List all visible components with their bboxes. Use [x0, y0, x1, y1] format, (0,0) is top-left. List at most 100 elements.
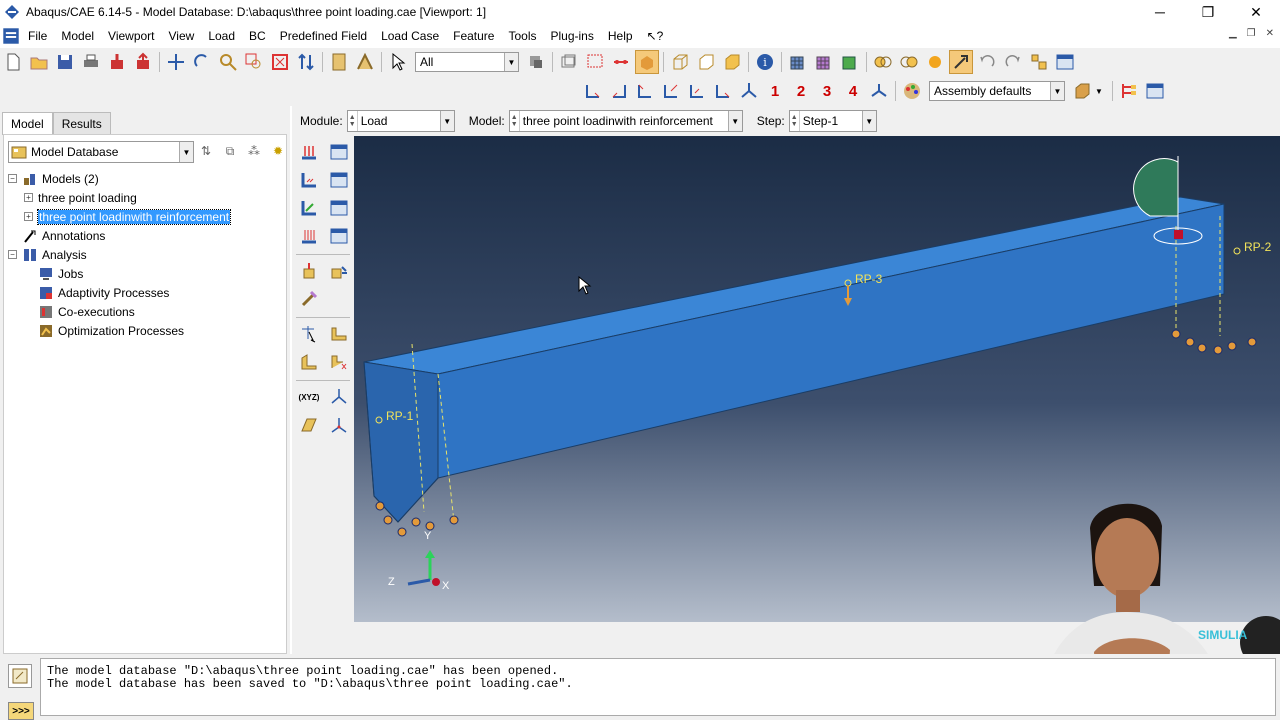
print-icon[interactable]: [79, 50, 103, 74]
sort-updown-icon[interactable]: ⇅: [198, 143, 214, 159]
zoom-icon[interactable]: [216, 50, 240, 74]
view-top-icon[interactable]: [685, 79, 709, 103]
tree-node-model[interactable]: + three point loading: [8, 188, 230, 207]
create-load-case-icon[interactable]: [297, 224, 321, 248]
module-select[interactable]: ▲ ▼ Load ▼: [346, 110, 455, 132]
create-load-icon[interactable]: [297, 140, 321, 164]
tree-node-analysis[interactable]: − Analysis: [8, 245, 230, 264]
step-select[interactable]: ▲ ▼ Step-1 ▼: [788, 110, 877, 132]
open-folder-icon[interactable]: [27, 50, 51, 74]
chevron-down-icon[interactable]: ▼: [179, 142, 193, 162]
pick-through-icon[interactable]: [557, 50, 581, 74]
partition-face-icon[interactable]: [327, 322, 351, 346]
assembly-display-icon[interactable]: [1070, 79, 1094, 103]
auto-fit-icon[interactable]: [268, 50, 292, 74]
chevron-down-icon[interactable]: ▼: [1050, 82, 1064, 100]
menu-viewport[interactable]: Viewport: [101, 29, 161, 43]
create-field-icon[interactable]: [297, 287, 321, 311]
document-menu-icon[interactable]: [2, 27, 20, 45]
collapse-toggle[interactable]: −: [8, 250, 17, 259]
mesh-grid-icon[interactable]: [786, 50, 810, 74]
tab-model[interactable]: Model: [2, 112, 53, 135]
menu-tools[interactable]: Tools: [501, 29, 543, 43]
chevron-down-icon[interactable]: ▼: [1095, 87, 1103, 96]
chevron-down-icon[interactable]: ▼: [861, 111, 876, 131]
python-command-button[interactable]: >>>: [8, 702, 34, 720]
tree-node-jobs[interactable]: Jobs: [8, 264, 230, 283]
select-region-icon[interactable]: [609, 50, 633, 74]
collapse-toggle[interactable]: −: [8, 174, 17, 183]
translate-instance-icon[interactable]: [1027, 50, 1051, 74]
load-manager-icon[interactable]: [327, 140, 351, 164]
amplitude-manager-icon[interactable]: [327, 259, 351, 283]
mdi-minimize-icon[interactable]: ▁: [1229, 28, 1237, 39]
collapse-tree-icon[interactable]: ⧉: [222, 143, 238, 159]
view-left-icon[interactable]: [633, 79, 657, 103]
create-bc-icon[interactable]: [297, 168, 321, 192]
import-icon[interactable]: [105, 50, 129, 74]
chevron-down-icon[interactable]: ▼: [439, 111, 454, 131]
bc-manager-icon[interactable]: [327, 168, 351, 192]
field-manager-icon[interactable]: [327, 196, 351, 220]
spinner-icon[interactable]: ▲ ▼: [510, 111, 520, 131]
info-icon[interactable]: i: [753, 50, 777, 74]
context-help-button[interactable]: ↖?: [640, 29, 671, 43]
box-zoom-icon[interactable]: [242, 50, 266, 74]
view-back-icon[interactable]: [607, 79, 631, 103]
database-select[interactable]: Model Database ▼: [8, 141, 194, 163]
create-predefined-field-icon[interactable]: [297, 196, 321, 220]
menu-load-case[interactable]: Load Case: [374, 29, 446, 43]
mdi-restore-icon[interactable]: ❐: [1247, 28, 1256, 39]
model-select[interactable]: ▲ ▼ three point loadinwith reinforcement …: [508, 110, 743, 132]
menu-predefined-field[interactable]: Predefined Field: [273, 29, 374, 43]
menu-bc[interactable]: BC: [242, 29, 273, 43]
expand-toggle[interactable]: +: [24, 193, 33, 202]
mdi-close-icon[interactable]: ✕: [1266, 28, 1274, 39]
manipulator-icon[interactable]: [949, 50, 973, 74]
overlay-plot-icon[interactable]: [871, 50, 895, 74]
mesh-partial-icon[interactable]: [812, 50, 836, 74]
close-button[interactable]: ✕: [1232, 0, 1280, 24]
tree-node-optimization[interactable]: Optimization Processes: [8, 321, 230, 340]
partition-cell-icon[interactable]: [297, 350, 321, 374]
query-icon[interactable]: [327, 50, 351, 74]
datum-axis-icon[interactable]: [327, 385, 351, 409]
user-view-2-button[interactable]: 2: [789, 79, 813, 103]
tree-layout-icon[interactable]: [1117, 79, 1141, 103]
menu-model[interactable]: Model: [54, 29, 101, 43]
menu-feature[interactable]: Feature: [446, 29, 501, 43]
rotate-icon[interactable]: [190, 50, 214, 74]
spinner-icon[interactable]: ▲ ▼: [348, 111, 358, 131]
tree-node-coexecutions[interactable]: Co-executions: [8, 302, 230, 321]
user-view-1-button[interactable]: 1: [763, 79, 787, 103]
view-iso-icon[interactable]: [737, 79, 761, 103]
datum-point-icon[interactable]: (XYZ): [297, 385, 321, 409]
load-case-manager-icon[interactable]: [327, 224, 351, 248]
menu-load[interactable]: Load: [201, 29, 242, 43]
save-icon[interactable]: [53, 50, 77, 74]
triad-view-icon[interactable]: [867, 79, 891, 103]
partition-point-icon[interactable]: [297, 322, 321, 346]
expand-toggle[interactable]: +: [24, 212, 33, 221]
redo-icon[interactable]: [1001, 50, 1025, 74]
view-bottom-icon[interactable]: [711, 79, 735, 103]
cycle-views-icon[interactable]: [294, 50, 318, 74]
chevron-down-icon[interactable]: ▼: [727, 111, 742, 131]
dialog-table-icon[interactable]: [1143, 79, 1167, 103]
partition-cut-icon[interactable]: [327, 350, 351, 374]
tab-results[interactable]: Results: [52, 112, 111, 135]
measure-icon[interactable]: [353, 50, 377, 74]
toggle-selection-icon[interactable]: [635, 50, 659, 74]
message-log-icon[interactable]: [8, 664, 32, 688]
view-right-icon[interactable]: [659, 79, 683, 103]
color-palette-icon[interactable]: [900, 79, 924, 103]
new-file-icon[interactable]: [1, 50, 25, 74]
wireframe-icon[interactable]: [668, 50, 692, 74]
menu-help[interactable]: Help: [601, 29, 640, 43]
view-front-icon[interactable]: [581, 79, 605, 103]
tree-node-model-selected[interactable]: + three point loadinwith reinforcement: [8, 207, 232, 226]
menu-file[interactable]: File: [21, 29, 54, 43]
create-amplitude-icon[interactable]: [297, 259, 321, 283]
restore-button[interactable]: ❐: [1184, 0, 1232, 24]
undo-icon[interactable]: [975, 50, 999, 74]
